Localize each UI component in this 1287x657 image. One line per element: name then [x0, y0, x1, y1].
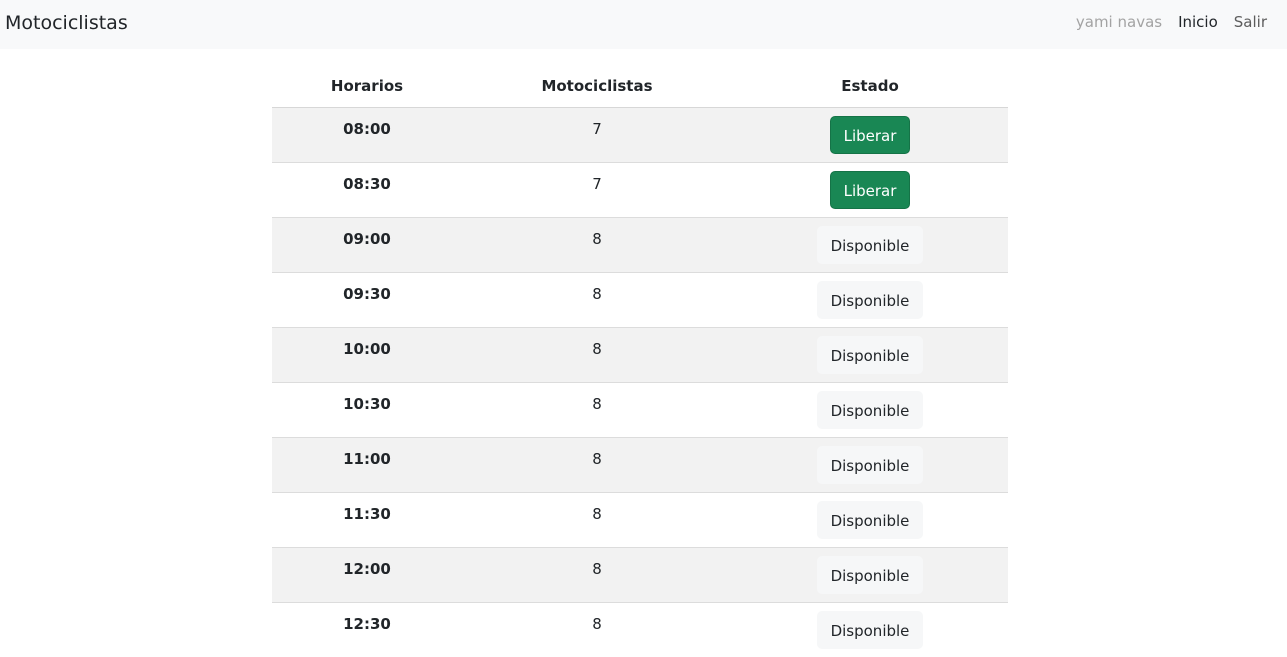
cell-hora: 11:00 [272, 437, 462, 493]
disponible-button[interactable]: Disponible [816, 555, 924, 594]
disponible-button[interactable]: Disponible [816, 390, 924, 429]
header-motociclistas: Motociclistas [462, 66, 732, 108]
table-row: 09:30 8 Disponible [272, 272, 1008, 328]
cell-motociclistas: 8 [462, 492, 732, 548]
cell-hora: 11:30 [272, 492, 462, 548]
header-estado: Estado [732, 66, 1008, 108]
nav-right: yami navas Inicio Salir [1076, 12, 1267, 32]
cell-hora: 10:00 [272, 327, 462, 383]
table-row: 10:30 8 Disponible [272, 382, 1008, 438]
disponible-button[interactable]: Disponible [816, 280, 924, 319]
cell-hora: 12:30 [343, 614, 391, 633]
table-row: 08:00 7 Liberar [272, 107, 1008, 163]
cell-motociclistas: 8 [462, 272, 732, 328]
cell-estado: Disponible [732, 492, 1008, 548]
cell-estado: Disponible [732, 217, 1008, 273]
cell-hora: 09:00 [272, 217, 462, 273]
cell-hora: 09:30 [272, 272, 462, 328]
table-row: 11:00 8 Disponible [272, 437, 1008, 493]
disponible-button[interactable]: Disponible [816, 335, 924, 374]
cell-motociclistas: 8 [462, 382, 732, 438]
brand-link[interactable]: Motociclistas [5, 11, 128, 35]
cell-estado: Disponible [732, 272, 1008, 328]
cell-motociclistas: 8 [462, 217, 732, 273]
schedule-table: Horarios Motociclistas Estado 08:00 7 Libe… [272, 66, 1008, 657]
navbar: Motociclistas yami navas Inicio Salir [0, 0, 1287, 49]
liberar-button[interactable]: Liberar [829, 115, 911, 154]
cell-motociclistas: 8 [462, 327, 732, 383]
table-body: 08:00 7 Liberar 08:30 7 Liberar 09:00 8 Disponib… [272, 107, 1008, 657]
table-row: 12:00 8 Disponible [272, 547, 1008, 603]
cell-hora: 08:30 [272, 162, 462, 218]
disponible-button[interactable]: Disponible [816, 225, 924, 264]
cell-estado: Liberar [732, 107, 1008, 163]
schedule-table-container: Horarios Motociclistas Estado 08:00 7 Libe… [272, 66, 1008, 657]
table-row: 10:00 8 Disponible [272, 327, 1008, 383]
cell-estado: Disponible [732, 602, 1008, 657]
cell-motociclistas: 8 [592, 614, 602, 633]
liberar-button[interactable]: Liberar [829, 170, 911, 209]
table-row: 09:00 8 Disponible [272, 217, 1008, 273]
user-name: yami navas [1075, 13, 1163, 31]
cell-hora: 08:00 [272, 107, 462, 163]
table-row: 11:30 8 Disponible [272, 492, 1008, 548]
cell-hora: 10:30 [272, 382, 462, 438]
cell-estado: Disponible [732, 382, 1008, 438]
cell-estado: Liberar [732, 162, 1008, 218]
cell-motociclistas: 7 [462, 107, 732, 163]
header-horarios: Horarios [272, 66, 462, 108]
cell-estado: Disponible [732, 547, 1008, 603]
cell-estado: Disponible [732, 437, 1008, 493]
disponible-button[interactable]: Disponible [816, 500, 924, 539]
nav-link-inicio[interactable]: Inicio [1178, 12, 1218, 32]
nav-link-salir[interactable]: Salir [1234, 12, 1267, 32]
table-header: Horarios Motociclistas Estado [272, 66, 1008, 108]
cell-motociclistas: 8 [462, 547, 732, 603]
cell-estado: Disponible [732, 327, 1008, 383]
disponible-button[interactable]: Disponible [816, 445, 924, 484]
table-row: 12:30 8 Disponible [272, 602, 1008, 657]
disponible-button[interactable]: Disponible [816, 610, 924, 649]
cell-motociclistas: 8 [462, 437, 732, 493]
cell-motociclistas: 7 [462, 162, 732, 218]
table-row: 08:30 7 Liberar [272, 162, 1008, 218]
cell-hora: 12:00 [272, 547, 462, 603]
